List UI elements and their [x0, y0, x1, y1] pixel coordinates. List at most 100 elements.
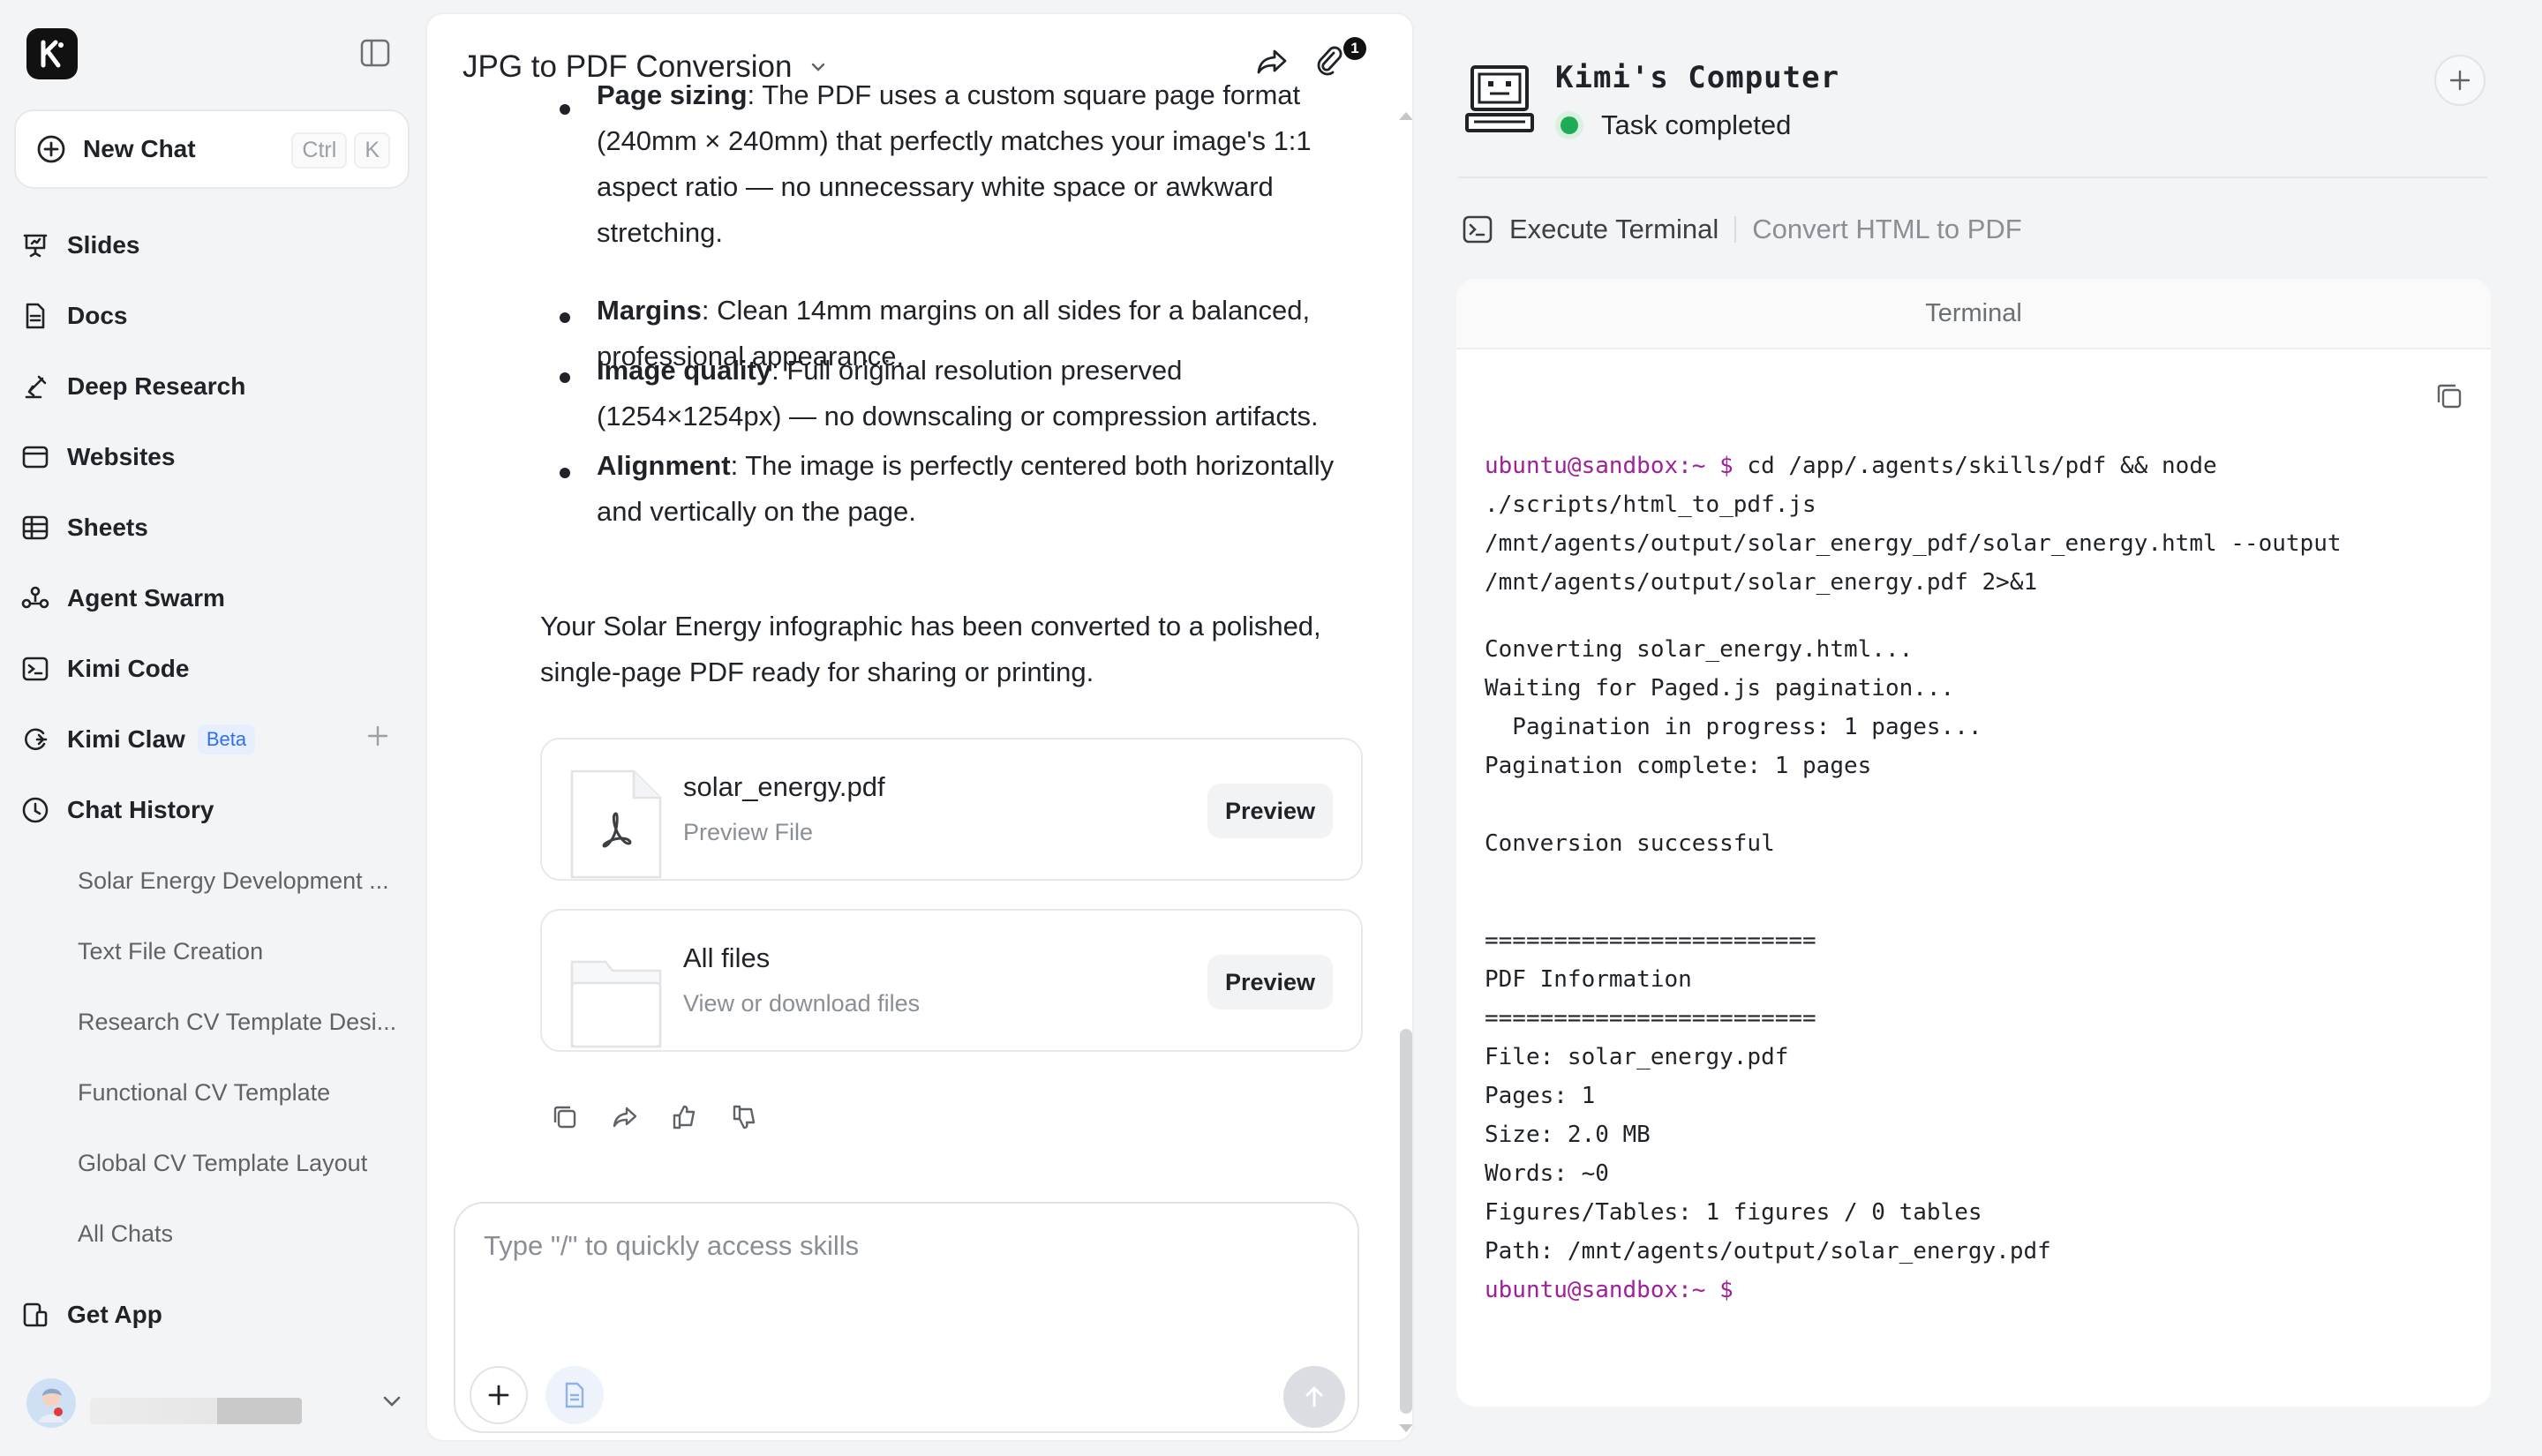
- avatar: [26, 1378, 76, 1428]
- chevron-down-icon[interactable]: [378, 1387, 406, 1415]
- terminal-line: Pages: 1: [1485, 1083, 1596, 1109]
- terminal-window: Terminal ubuntu@sandbox:~ $ cd /app/.age…: [1456, 279, 2491, 1407]
- document-skill-button[interactable]: [545, 1366, 604, 1424]
- sidebar-item-label: Kimi Code: [67, 655, 190, 682]
- sidebar-item-label: Websites: [67, 443, 176, 470]
- terminal-prompt: ubuntu@sandbox:~ $: [1485, 453, 1734, 479]
- sidebar-item-kimi-claw[interactable]: Kimi Claw Beta: [16, 713, 410, 766]
- history-item[interactable]: Research CV Template Desi...: [78, 995, 404, 1048]
- terminal-line: Converting solar_energy.html...: [1485, 636, 1914, 663]
- sidebar-item-label: Deep Research: [67, 372, 246, 400]
- claw-icon: [16, 720, 55, 759]
- sidebar-item-sheets[interactable]: Sheets: [16, 501, 410, 554]
- thumbs-up-icon[interactable]: [671, 1103, 699, 1131]
- divider: [1458, 176, 2487, 178]
- history-item[interactable]: Global CV Template Layout: [78, 1137, 404, 1190]
- bullet-term: Alignment: [597, 450, 731, 481]
- terminal-icon: [1463, 215, 1493, 244]
- share-icon[interactable]: [1255, 44, 1290, 79]
- shortcut-k: K: [354, 132, 390, 169]
- sidebar-item-label: Chat History: [67, 796, 214, 823]
- history-item[interactable]: Functional CV Template: [78, 1066, 404, 1119]
- bullet-dot: [560, 372, 570, 383]
- scroll-up-arrow-icon[interactable]: [1396, 108, 1412, 124]
- get-app-button[interactable]: Get App: [16, 1288, 410, 1341]
- shortcut-hint: Ctrl K: [291, 132, 390, 169]
- history-item[interactable]: Solar Energy Development ...: [78, 854, 404, 907]
- sidebar: New Chat Ctrl K Slides Docs Deep Researc…: [0, 0, 424, 1456]
- expand-plus-icon[interactable]: [2434, 55, 2486, 106]
- status-dot-icon: [1555, 111, 1583, 139]
- plus-circle-icon: [37, 135, 65, 163]
- chat-input[interactable]: [484, 1230, 1278, 1283]
- swarm-icon: [16, 579, 55, 618]
- attachment-count-badge: 1: [1343, 37, 1366, 60]
- arrow-up-icon: [1305, 1386, 1323, 1407]
- terminal-icon: [16, 649, 55, 688]
- terminal-line: ========================: [1485, 927, 1816, 954]
- slides-icon: [16, 226, 55, 265]
- sidebar-item-kimi-code[interactable]: Kimi Code: [16, 642, 410, 695]
- sidebar-item-label: Kimi Claw: [67, 725, 185, 753]
- send-button[interactable]: [1283, 1366, 1345, 1428]
- scrollbar-thumb[interactable]: [1400, 1029, 1412, 1414]
- page-title: JPG to PDF Conversion: [463, 49, 793, 84]
- attachment-icon[interactable]: [1313, 44, 1345, 79]
- scroll-down-arrow-icon[interactable]: [1396, 1421, 1412, 1437]
- terminal-line: cd /app/.agents/skills/pdf && node: [1733, 453, 2217, 479]
- table-icon: [16, 508, 55, 547]
- chat-scrollbar[interactable]: [1396, 14, 1412, 1440]
- copy-icon[interactable]: [551, 1103, 579, 1131]
- message-summary: Your Solar Energy infographic has been c…: [540, 611, 1321, 687]
- bullet-dot: [560, 104, 570, 115]
- message-bullet: Alignment: The image is perfectly center…: [597, 443, 1356, 535]
- sidebar-item-label: Docs: [67, 302, 128, 329]
- sidebar-item-slides[interactable]: Slides: [16, 219, 410, 272]
- terminal-line: Pagination in progress: 1 pages...: [1485, 714, 1982, 740]
- kimi-logo[interactable]: [26, 28, 78, 79]
- sidebar-item-deep-research[interactable]: Deep Research: [16, 360, 410, 413]
- history-item[interactable]: Text File Creation: [78, 925, 404, 978]
- add-attachment-button[interactable]: [470, 1366, 528, 1424]
- file-name: solar_energy.pdf: [683, 771, 885, 802]
- terminal-line: PDF Information: [1485, 966, 1692, 993]
- terminal-line: ./scripts/html_to_pdf.js: [1485, 492, 1816, 518]
- preview-button[interactable]: Preview: [1207, 955, 1333, 1009]
- sidebar-item-docs[interactable]: Docs: [16, 289, 410, 342]
- message-bullet: Page sizing: The PDF uses a custom squar…: [597, 85, 1356, 256]
- copy-icon[interactable]: [2434, 381, 2464, 411]
- thumbs-down-icon[interactable]: [731, 1103, 759, 1131]
- sidebar-item-chat-history[interactable]: Chat History: [16, 784, 410, 837]
- bullet-dot: [560, 312, 570, 323]
- add-claw-icon[interactable]: [364, 722, 392, 750]
- sidebar-item-websites[interactable]: Websites: [16, 431, 410, 484]
- new-chat-button[interactable]: New Chat Ctrl K: [14, 109, 410, 189]
- message-bullet: Image quality: Full original resolution …: [597, 348, 1356, 439]
- kimi-k-icon: [41, 40, 64, 68]
- computer-title: Kimi's Computer: [1555, 60, 1840, 95]
- new-chat-label: New Chat: [83, 135, 196, 162]
- file-card-all-files[interactable]: All files View or download files Preview: [540, 909, 1363, 1052]
- bullet-term: Image quality: [597, 355, 772, 386]
- terminal-prompt: ubuntu@sandbox:~ $: [1485, 1277, 1734, 1303]
- clock-icon: [16, 791, 55, 829]
- folder-icon: [570, 941, 662, 1050]
- chat-input-box: [454, 1202, 1359, 1433]
- sidebar-item-label: Slides: [67, 231, 140, 259]
- chevron-down-icon: [808, 56, 829, 78]
- step-separator: [1734, 216, 1737, 243]
- share-icon[interactable]: [611, 1103, 639, 1131]
- sidebar-toggle-icon[interactable]: [360, 39, 395, 71]
- sidebar-item-agent-swarm[interactable]: Agent Swarm: [16, 572, 410, 625]
- file-card-pdf[interactable]: solar_energy.pdf Preview File Preview: [540, 738, 1363, 881]
- user-menu[interactable]: [26, 1377, 406, 1430]
- sidebar-item-label: Agent Swarm: [67, 584, 225, 612]
- all-chats-link[interactable]: All Chats: [78, 1207, 404, 1260]
- message-actions: [551, 1103, 759, 1131]
- file-subtitle: View or download files: [683, 990, 921, 1017]
- preview-button[interactable]: Preview: [1207, 784, 1333, 838]
- bullet-dot: [560, 468, 570, 478]
- terminal-output[interactable]: ubuntu@sandbox:~ $ cd /app/.agents/skill…: [1485, 447, 2464, 1310]
- computer-icon: [1463, 64, 1536, 136]
- plus-icon: [488, 1385, 509, 1406]
